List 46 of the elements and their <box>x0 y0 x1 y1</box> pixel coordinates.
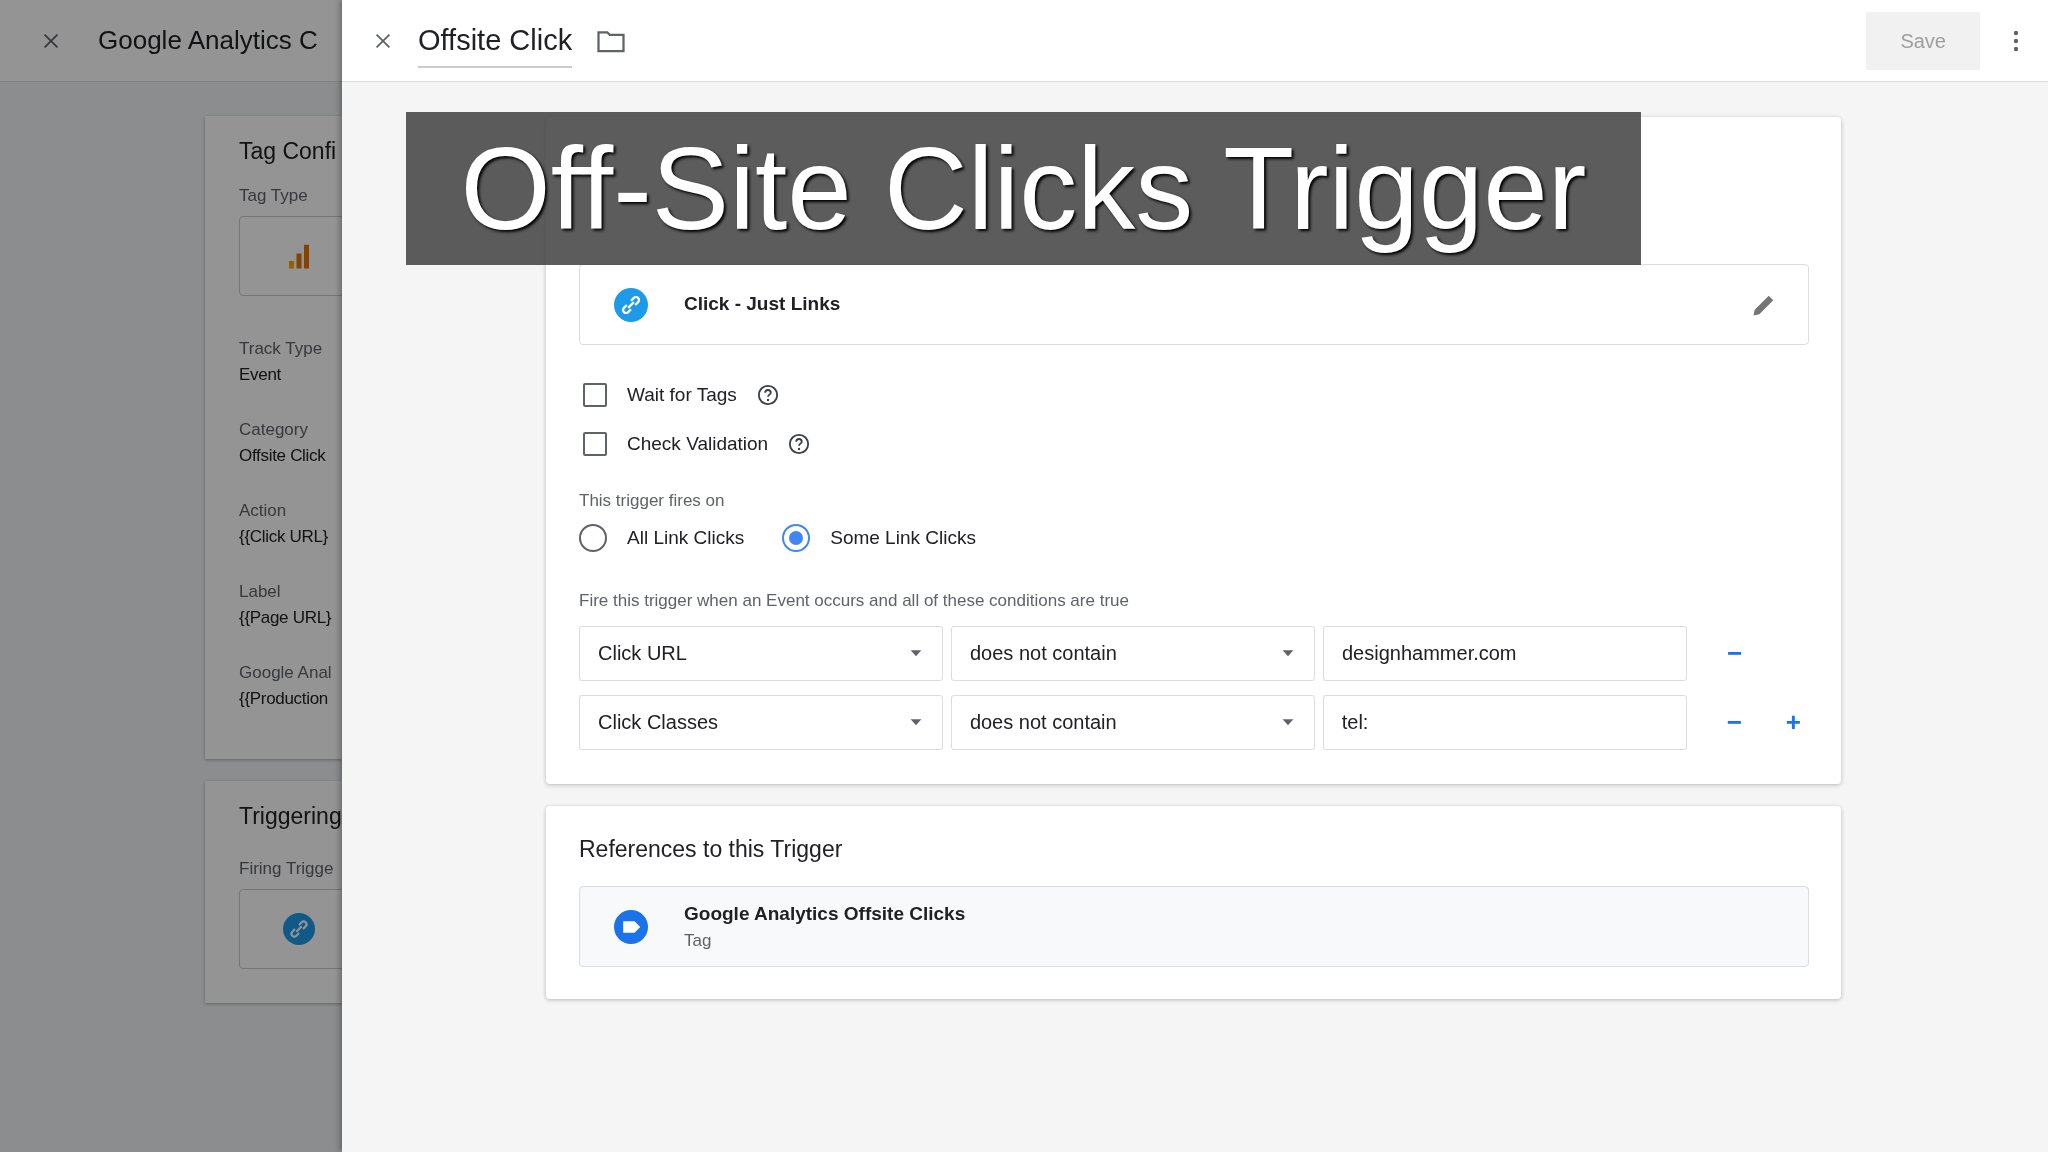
option-label: Some Link Clicks <box>830 525 976 550</box>
variable-dropdown[interactable]: Click URL <box>579 625 943 681</box>
help-icon[interactable] <box>756 384 779 407</box>
tag-title: Google Analytics C <box>98 24 318 57</box>
field-label: Category <box>239 419 308 441</box>
field-value: Offsite Click <box>239 444 326 467</box>
reference-name: Google Analytics Offsite Clicks <box>684 901 966 926</box>
card-title: References to this Trigger <box>579 834 844 864</box>
operator-dropdown[interactable]: does not contain <box>950 694 1315 750</box>
field-label: Label <box>239 581 281 603</box>
field-label: Tag Type <box>239 184 308 207</box>
value-field[interactable]: designhammer.com <box>1323 625 1687 681</box>
section-label: This trigger fires on <box>579 490 726 512</box>
remove-button[interactable]: − <box>1718 702 1750 742</box>
value-field[interactable]: tel: <box>1322 694 1687 750</box>
variable-dropdown[interactable]: Click Classes <box>579 694 943 750</box>
field-value: {{Click URL} <box>239 525 328 548</box>
radio-button[interactable] <box>782 523 811 552</box>
video-caption: Off-Site Clicks Trigger <box>406 112 1641 265</box>
option-label: Wait for Tags <box>627 383 737 407</box>
reference-type: Tag <box>684 930 713 952</box>
operator-dropdown[interactable]: does not contain <box>951 625 1315 681</box>
option-label: All Link Clicks <box>627 525 745 550</box>
link-icon <box>614 287 648 322</box>
checkbox[interactable] <box>583 431 607 456</box>
field-label: Action <box>239 500 287 522</box>
trigger-name-field[interactable]: Offsite Click <box>418 12 573 69</box>
field-value: Event <box>239 363 281 386</box>
option-label: Check Validation <box>627 431 769 456</box>
help-icon[interactable] <box>788 432 811 455</box>
card-title: Tag Confi <box>239 137 337 166</box>
radio-button[interactable] <box>579 523 607 552</box>
card-title: Triggering <box>239 802 342 831</box>
field-label: Track Type <box>239 338 323 360</box>
reference-item[interactable]: Google Analytics Offsite Clicks Tag <box>579 886 1809 967</box>
section-label: Fire this trigger when an Event occurs and all of these conditions are true <box>579 590 1130 612</box>
remove-button[interactable]: − <box>1719 633 1751 673</box>
tag-icon <box>614 909 648 944</box>
field-value: {{Production <box>239 687 329 710</box>
add-button[interactable]: + <box>1777 702 1809 742</box>
link-icon <box>283 913 315 945</box>
checkbox[interactable] <box>583 383 607 408</box>
trigger-type: Click - Just Links <box>684 292 841 317</box>
field-label: Firing Trigge <box>239 857 334 880</box>
field-label: Google Anal <box>239 662 332 684</box>
field-value: {{Page URL} <box>239 606 332 629</box>
